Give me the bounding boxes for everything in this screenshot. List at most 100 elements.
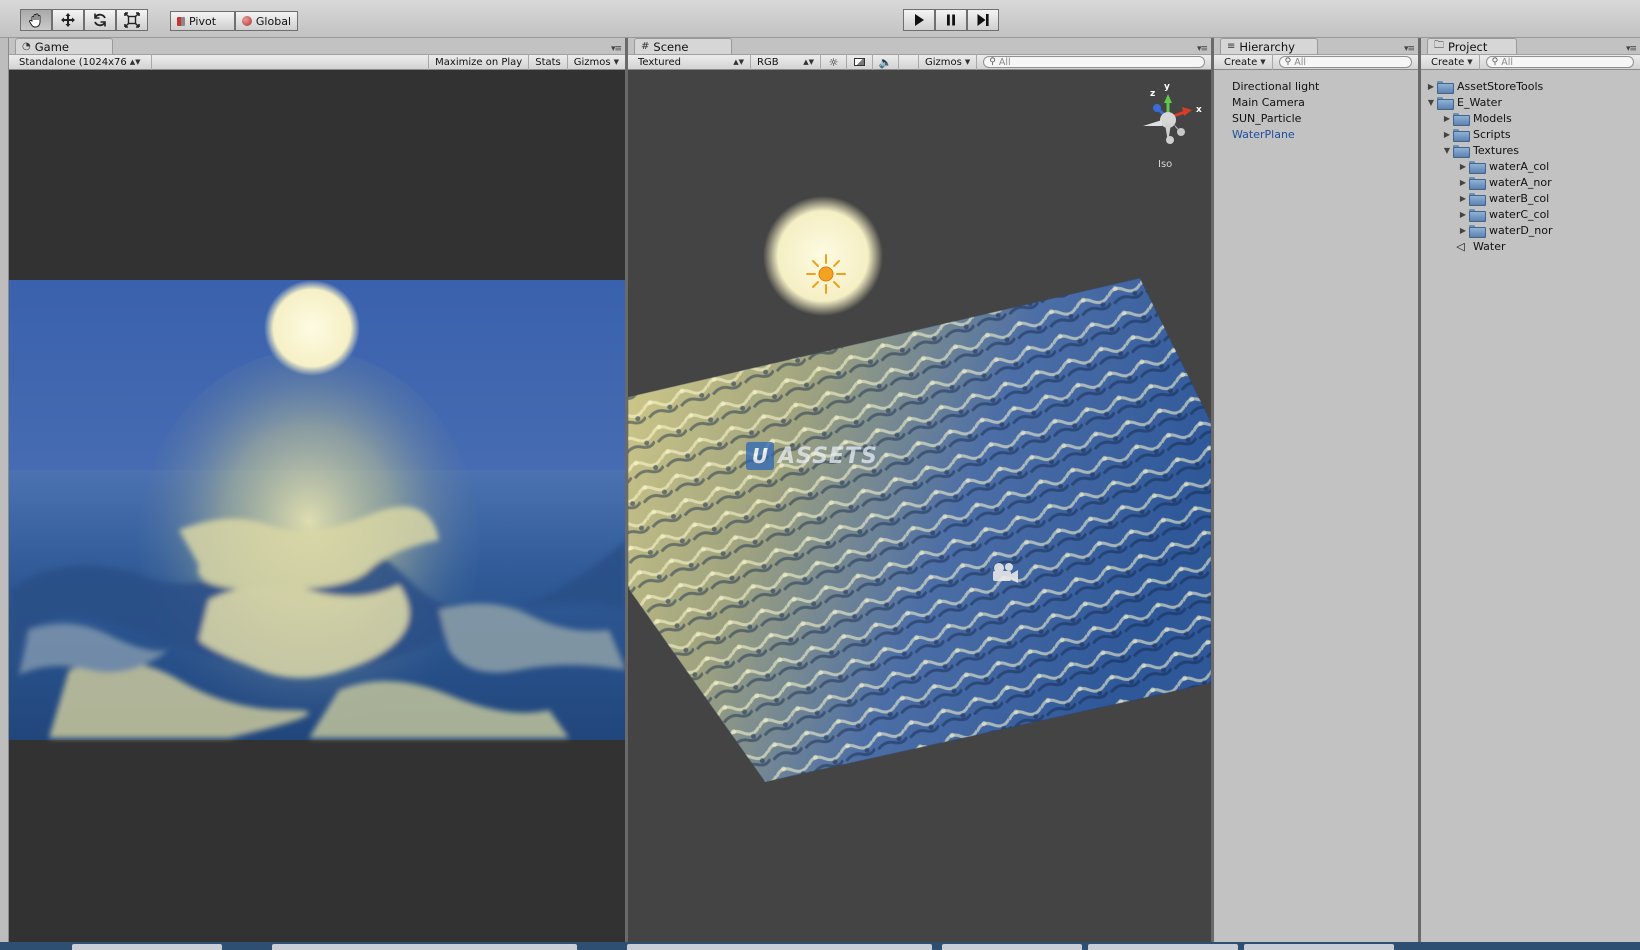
scene-view[interactable]: y x z Iso U ASSETS	[628, 70, 1211, 950]
taskbar-item[interactable]	[942, 944, 1082, 950]
unity-scene-icon: ◁	[1456, 239, 1465, 253]
resolution-dropdown[interactable]: Standalone (1024x76 ▲▼	[13, 54, 152, 70]
game-view[interactable]	[9, 70, 625, 950]
taskbar-item[interactable]	[627, 944, 932, 950]
hierarchy-item-label: Main Camera	[1232, 95, 1305, 109]
scene-panel: # Scene ▾≡ Textured ▲▼ RGB ▲▼ ☼ 🔈 Gizmos ▼ …	[625, 38, 1211, 950]
scene-lighting-toggle[interactable]: ☼	[821, 54, 847, 70]
project-item-waterb-col[interactable]: ▶ waterB_col	[1425, 190, 1640, 206]
hierarchy-item-waterplane[interactable]: WaterPlane	[1232, 126, 1418, 142]
hierarchy-tab-row: ≡ Hierarchy ▾≡	[1214, 38, 1418, 54]
scene-panel-menu-icon[interactable]: ▾≡	[1197, 44, 1208, 54]
hierarchy-item-directional-light[interactable]: Directional light	[1232, 78, 1418, 94]
play-icon	[915, 14, 924, 26]
global-toggle[interactable]: Global	[235, 11, 298, 31]
project-folder-icon: 🗀	[1434, 40, 1444, 51]
hand-icon	[29, 13, 41, 28]
maximize-on-play-label: Maximize on Play	[435, 56, 523, 68]
scene-search-input[interactable]: ⚲ All	[983, 56, 1205, 68]
hierarchy-item-sun-particle[interactable]: SUN_Particle	[1232, 110, 1418, 126]
global-label: Global	[255, 14, 291, 28]
move-tool-button[interactable]	[52, 9, 84, 31]
collapse-arrow-icon[interactable]: ▼	[1425, 98, 1437, 107]
scene-audio-toggle[interactable]: 🔈	[873, 54, 899, 70]
project-panel-menu-icon[interactable]: ▾≡	[1626, 44, 1637, 54]
resolution-value: Standalone (1024x76	[19, 56, 127, 68]
taskbar-item[interactable]	[1088, 944, 1238, 950]
expand-arrow-icon[interactable]: ▶	[1457, 194, 1469, 203]
projection-label[interactable]: Iso	[1158, 159, 1172, 170]
project-item-waterd-nor[interactable]: ▶ waterD_nor	[1425, 222, 1640, 238]
scene-image-toggle[interactable]	[847, 54, 873, 70]
hierarchy-panel: ≡ Hierarchy ▾≡ Create ▼ ⚲ All Directional…	[1211, 38, 1418, 950]
project-search-input[interactable]: ⚲ All	[1485, 56, 1634, 68]
folder-icon	[1469, 192, 1486, 206]
hierarchy-create-dropdown[interactable]: Create ▼	[1218, 54, 1273, 70]
search-icon: ⚲	[1284, 57, 1292, 67]
hierarchy-search-input[interactable]: ⚲ All	[1278, 56, 1412, 68]
taskbar-item[interactable]	[1244, 944, 1394, 950]
maximize-on-play-toggle[interactable]: Maximize on Play	[428, 54, 530, 70]
scene-spacer	[899, 54, 919, 70]
expand-arrow-icon[interactable]: ▶	[1457, 226, 1469, 235]
project-item-waterc-col[interactable]: ▶ waterC_col	[1425, 206, 1640, 222]
pause-button[interactable]	[935, 9, 967, 31]
tab-project[interactable]: 🗀 Project	[1427, 38, 1517, 54]
project-item-label: Models	[1473, 111, 1512, 125]
collapse-arrow-icon[interactable]: ▼	[1441, 146, 1453, 155]
project-item-e-water[interactable]: ▼ E_Water	[1425, 94, 1640, 110]
expand-arrow-icon[interactable]: ▶	[1425, 82, 1437, 91]
rotate-tool-button[interactable]	[84, 9, 116, 31]
expand-arrow-icon[interactable]: ▶	[1441, 114, 1453, 123]
hierarchy-tab-label: Hierarchy	[1239, 39, 1295, 54]
scene-search-placeholder: All	[998, 56, 1011, 68]
expand-arrow-icon[interactable]: ▶	[1457, 178, 1469, 187]
project-item-models[interactable]: ▶ Models	[1425, 110, 1640, 126]
project-item-water[interactable]: ◁ Water	[1425, 238, 1640, 254]
expand-arrow-icon[interactable]: ▶	[1457, 162, 1469, 171]
stats-toggle[interactable]: Stats	[529, 54, 568, 70]
watermark-text: ASSETS	[778, 443, 878, 469]
play-button[interactable]	[903, 9, 935, 31]
game-panel-menu-icon[interactable]: ▾≡	[611, 44, 622, 54]
scene-gizmos-dropdown[interactable]: Gizmos ▼	[919, 54, 978, 70]
game-gizmos-label: Gizmos	[573, 56, 611, 68]
taskbar-item[interactable]	[272, 944, 577, 950]
step-icon	[977, 14, 989, 26]
scale-tool-button[interactable]	[116, 9, 148, 31]
folder-icon	[1469, 208, 1486, 222]
color-mode-dropdown[interactable]: RGB ▲▼	[751, 54, 821, 70]
project-create-dropdown[interactable]: Create ▼	[1425, 54, 1480, 70]
search-icon: ⚲	[989, 57, 996, 67]
game-gizmos-dropdown[interactable]: Gizmos ▼	[568, 54, 625, 70]
expand-arrow-icon[interactable]: ▶	[1441, 130, 1453, 139]
folder-icon	[1469, 160, 1486, 174]
game-tab-icon: ◔	[22, 41, 31, 52]
hierarchy-control-bar: Create ▼ ⚲ All	[1214, 54, 1418, 70]
project-item-watera-nor[interactable]: ▶ waterA_nor	[1425, 174, 1640, 190]
tab-game[interactable]: ◔ Game	[15, 38, 113, 54]
grid-icon: #	[641, 41, 650, 52]
expand-arrow-icon[interactable]: ▶	[1457, 210, 1469, 219]
project-item-scripts[interactable]: ▶ Scripts	[1425, 126, 1640, 142]
scene-render	[628, 94, 1211, 782]
chevron-down-icon: ▲▼	[733, 58, 744, 66]
project-item-assetstoretools[interactable]: ▶ AssetStoreTools	[1425, 78, 1640, 94]
project-item-watera-col[interactable]: ▶ waterA_col	[1425, 158, 1640, 174]
folder-icon	[1437, 96, 1454, 110]
tab-scene[interactable]: # Scene	[634, 38, 732, 54]
scene-tab-label: Scene	[653, 39, 689, 54]
project-item-textures[interactable]: ▼ Textures	[1425, 142, 1640, 158]
sun-toggle-icon: ☼	[828, 55, 839, 69]
taskbar-item[interactable]	[72, 944, 222, 950]
watermark-logo: U	[746, 442, 774, 470]
pivot-toggle[interactable]: Pivot	[170, 11, 235, 31]
gizmo-axis-x-label: x	[1196, 105, 1202, 115]
hierarchy-item-main-camera[interactable]: Main Camera	[1232, 94, 1418, 110]
tab-hierarchy[interactable]: ≡ Hierarchy	[1220, 38, 1318, 54]
pivot-label: Pivot	[189, 14, 217, 28]
hierarchy-panel-menu-icon[interactable]: ▾≡	[1404, 44, 1415, 54]
hand-tool-button[interactable]	[20, 9, 52, 31]
render-mode-dropdown[interactable]: Textured ▲▼	[632, 54, 751, 70]
step-button[interactable]	[967, 9, 999, 31]
